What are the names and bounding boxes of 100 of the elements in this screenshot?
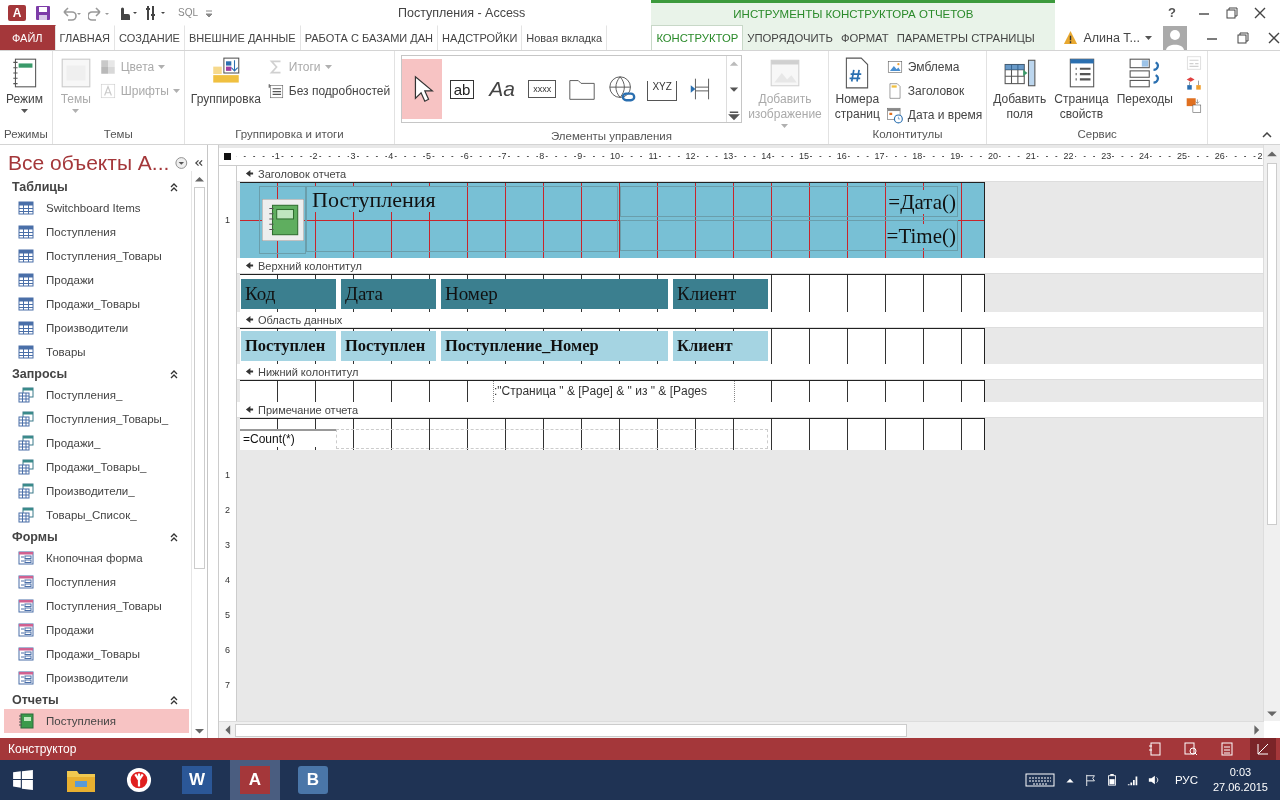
section-bar[interactable]: Верхний колонтитул: [237, 258, 1263, 274]
navigation-item[interactable]: Поступления_Товары: [4, 244, 189, 268]
restore-icon[interactable]: [1237, 31, 1249, 44]
sql-button[interactable]: SQL: [178, 7, 198, 18]
text-box-control[interactable]: =Дата(): [887, 190, 957, 214]
customize-icon[interactable]: [204, 7, 214, 18]
section-bar[interactable]: Область данных: [237, 312, 1263, 328]
text-box-control[interactable]: =Count(*): [240, 429, 336, 447]
section-bar[interactable]: Нижний колонтитул: [237, 364, 1263, 380]
navigation-item[interactable]: Производители_: [4, 479, 189, 503]
keyboard-icon[interactable]: [1024, 772, 1055, 788]
ribbon-button[interactable]: Переходы: [1114, 54, 1175, 109]
group-header[interactable]: Таблицы: [0, 177, 191, 196]
navigation-item[interactable]: Поступления_: [4, 383, 189, 407]
group-header[interactable]: Запросы: [0, 364, 191, 383]
section-icon: [245, 367, 254, 376]
section-bar[interactable]: Примечание отчета: [237, 402, 1263, 418]
battery-icon[interactable]: [1105, 773, 1118, 787]
label-control[interactable]: Клиент: [673, 279, 768, 309]
navigation-item[interactable]: Поступления_Товары_: [4, 407, 189, 431]
navigation-item[interactable]: Товары: [4, 340, 189, 364]
ribbon-button[interactable]: Добавить поля: [991, 54, 1049, 124]
section-icon: [245, 315, 254, 324]
ribbon-button[interactable]: Дата и время: [885, 104, 983, 126]
ribbon-button[interactable]: Страница свойств: [1052, 54, 1111, 124]
navigation-item[interactable]: Продажи_Товары: [4, 292, 189, 316]
ribbon-button[interactable]: Без подробностей: [266, 80, 391, 102]
ribbon-tab[interactable]: ФАЙЛ: [0, 25, 56, 50]
gallery-item[interactable]: ab: [442, 59, 483, 119]
convert-icon[interactable]: [1185, 96, 1203, 114]
close-icon[interactable]: [1254, 6, 1266, 19]
collapse-pane-icon[interactable]: [193, 158, 203, 168]
navigation-item[interactable]: Кнопочная форма: [4, 546, 189, 570]
text-box-control[interactable]: Клиент: [673, 331, 768, 361]
access-logo-icon[interactable]: A: [8, 4, 26, 21]
navigation-item[interactable]: Поступления: [4, 709, 189, 733]
flag-icon[interactable]: [1084, 773, 1097, 787]
navigation-item[interactable]: Поступления_Товары: [4, 594, 189, 618]
navigation-item[interactable]: Продажи: [4, 618, 189, 642]
dropdown-icon[interactable]: [175, 156, 188, 170]
scrollbar[interactable]: [219, 721, 1264, 738]
help-button[interactable]: ?: [1168, 5, 1176, 20]
close-icon[interactable]: [1268, 31, 1280, 44]
ribbon-button[interactable]: Группировка: [188, 54, 263, 109]
navigation-item[interactable]: Продажи_: [4, 431, 189, 455]
ribbon-button[interactable]: Режим: [4, 54, 45, 115]
language-indicator[interactable]: РУС: [1174, 774, 1198, 786]
collapse-ribbon-icon[interactable]: [1262, 132, 1272, 138]
gallery-item[interactable]: xxxx: [522, 59, 563, 119]
ribbon-button[interactable]: Номера страниц: [832, 54, 882, 124]
label-control[interactable]: Код: [241, 279, 336, 309]
taskbar-app[interactable]: A: [230, 760, 280, 800]
navigation-item[interactable]: Поступления: [4, 570, 189, 594]
scrollbar[interactable]: [191, 171, 207, 738]
navigation-item[interactable]: Производители: [4, 316, 189, 340]
navigation-item[interactable]: Switchboard Items: [4, 196, 189, 220]
scrollbar[interactable]: [1263, 145, 1280, 721]
text-box-control[interactable]: =Time(): [885, 224, 957, 248]
gallery-item[interactable]: Aa: [482, 59, 523, 119]
ribbon-tab[interactable]: ПАРАМЕТРЫ СТРАНИЦЫ: [892, 25, 1039, 50]
taskbar-app[interactable]: W: [172, 760, 222, 800]
gallery-item[interactable]: XYZ: [642, 59, 683, 119]
undo-icon[interactable]: [60, 4, 82, 21]
ribbon-button[interactable]: Эмблема: [885, 56, 983, 78]
text-box-control[interactable]: Поступление_Номер: [441, 331, 668, 361]
label-control[interactable]: Номер: [441, 279, 668, 309]
group-header[interactable]: Отчеты: [0, 690, 191, 709]
navigation-item[interactable]: Производители: [4, 666, 189, 690]
subreport-icon[interactable]: [1185, 75, 1203, 93]
ribbon-tab[interactable]: КОНСТРУКТОР: [651, 25, 744, 50]
navigation-item[interactable]: Продажи_Товары: [4, 642, 189, 666]
navigation-item[interactable]: Поступления: [4, 220, 189, 244]
navigation-item[interactable]: Товары_Список_: [4, 503, 189, 527]
ribbon-button[interactable]: Заголовок: [885, 80, 983, 102]
clock-date[interactable]: 27.06.2015: [1212, 780, 1268, 795]
taskbar-app[interactable]: B: [288, 760, 338, 800]
form-icon: [18, 622, 34, 638]
text-box-control[interactable]: Поступлен: [241, 331, 336, 361]
user-account-button[interactable]: Алина Т...: [1083, 30, 1140, 45]
section-bar[interactable]: Заголовок отчета: [237, 166, 1263, 182]
pane-title[interactable]: Все объекты A...: [8, 151, 170, 175]
group-label: Группировка и итоги: [234, 128, 345, 142]
view-button[interactable]: [1250, 738, 1276, 760]
ribbon-tab[interactable]: ФОРМАТ: [836, 25, 893, 50]
tools-icon[interactable]: [144, 4, 166, 21]
windows-logo-icon[interactable]: [12, 769, 34, 791]
navigation-item[interactable]: Продажи: [4, 268, 189, 292]
text-box-control[interactable]: Поступлен: [341, 331, 436, 361]
text-box-control[interactable]: :"Страница " & [Page] & " из " & [Pages: [493, 381, 735, 402]
navigation-item[interactable]: Продажи_Товары_: [4, 455, 189, 479]
design-view-icon: [1256, 742, 1270, 756]
restore-icon[interactable]: [1226, 6, 1238, 19]
volume-icon[interactable]: [1147, 773, 1160, 787]
redo-icon[interactable]: [88, 4, 110, 21]
ribbon-tab[interactable]: УПОРЯДОЧИТЬ: [743, 25, 837, 50]
title-label[interactable]: Поступления: [311, 187, 437, 212]
group-header[interactable]: Формы: [0, 527, 191, 546]
label-control[interactable]: Дата: [341, 279, 436, 309]
clock-time[interactable]: 0:03: [1229, 765, 1252, 780]
gallery-item[interactable]: [402, 59, 443, 119]
